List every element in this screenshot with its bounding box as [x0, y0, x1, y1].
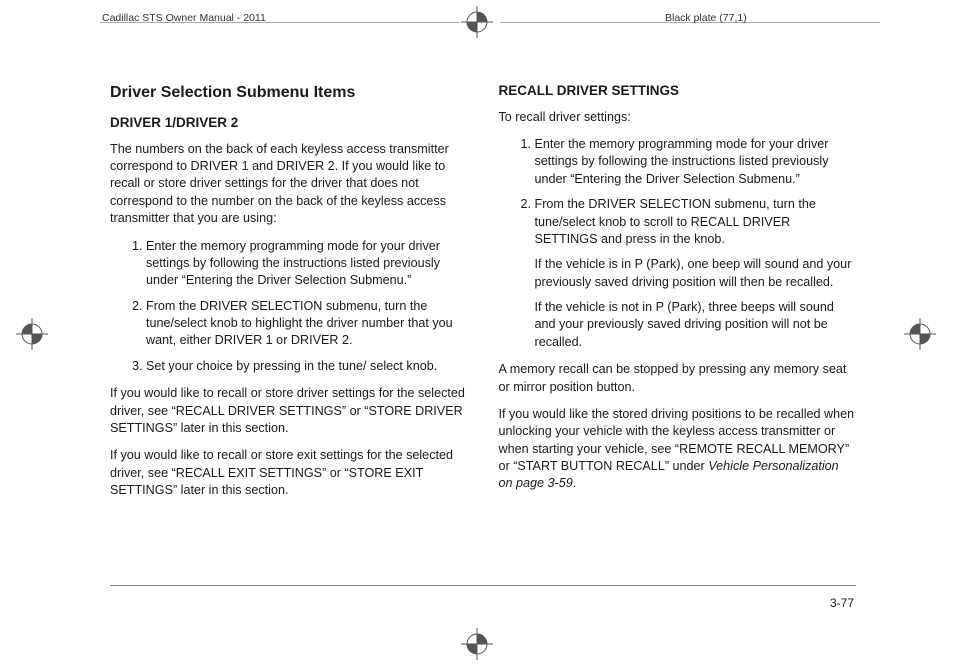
list-item: From the DRIVER SELECTION submenu, turn …: [535, 196, 856, 351]
body-columns: Driver Selection Submenu Items DRIVER 1/…: [110, 82, 855, 509]
step-continuation: If the vehicle is not in P (Park), three…: [535, 299, 856, 351]
crop-mark-left: [16, 318, 48, 350]
crop-mark-bottom: [461, 628, 493, 660]
list-item: Set your choice by pressing in the tune/…: [146, 358, 467, 375]
column-left: Driver Selection Submenu Items DRIVER 1/…: [110, 82, 467, 509]
numbered-steps: Enter the memory programming mode for yo…: [110, 238, 467, 376]
running-header-left: Cadillac STS Owner Manual - 2011: [102, 12, 266, 24]
page-number: 3-77: [830, 596, 854, 610]
manual-page: Cadillac STS Owner Manual - 2011 Black p…: [0, 0, 954, 668]
running-header-right: Black plate (77,1): [665, 12, 747, 24]
body-paragraph: If you would like to recall or store exi…: [110, 447, 467, 499]
body-paragraph: A memory recall can be stopped by pressi…: [499, 361, 856, 396]
list-item: From the DRIVER SELECTION submenu, turn …: [146, 298, 467, 350]
step-text: From the DRIVER SELECTION submenu, turn …: [535, 197, 816, 246]
numbered-steps: Enter the memory programming mode for yo…: [499, 136, 856, 351]
section-heading: Driver Selection Submenu Items: [110, 82, 467, 104]
crop-mark-right: [904, 318, 936, 350]
body-paragraph: If you would like to recall or store dri…: [110, 385, 467, 437]
subsection-heading: DRIVER 1/DRIVER 2: [110, 114, 467, 133]
text-run: .: [573, 476, 577, 490]
body-paragraph: The numbers on the back of each keyless …: [110, 141, 467, 228]
body-paragraph: If you would like the stored driving pos…: [499, 406, 856, 493]
crop-mark-top: [461, 6, 493, 38]
subsection-heading: RECALL DRIVER SETTINGS: [499, 82, 856, 101]
body-paragraph: To recall driver settings:: [499, 109, 856, 126]
step-continuation: If the vehicle is in P (Park), one beep …: [535, 256, 856, 291]
list-item: Enter the memory programming mode for yo…: [535, 136, 856, 188]
column-right: RECALL DRIVER SETTINGS To recall driver …: [499, 82, 856, 509]
list-item: Enter the memory programming mode for yo…: [146, 238, 467, 290]
footer-rule: [110, 585, 856, 586]
